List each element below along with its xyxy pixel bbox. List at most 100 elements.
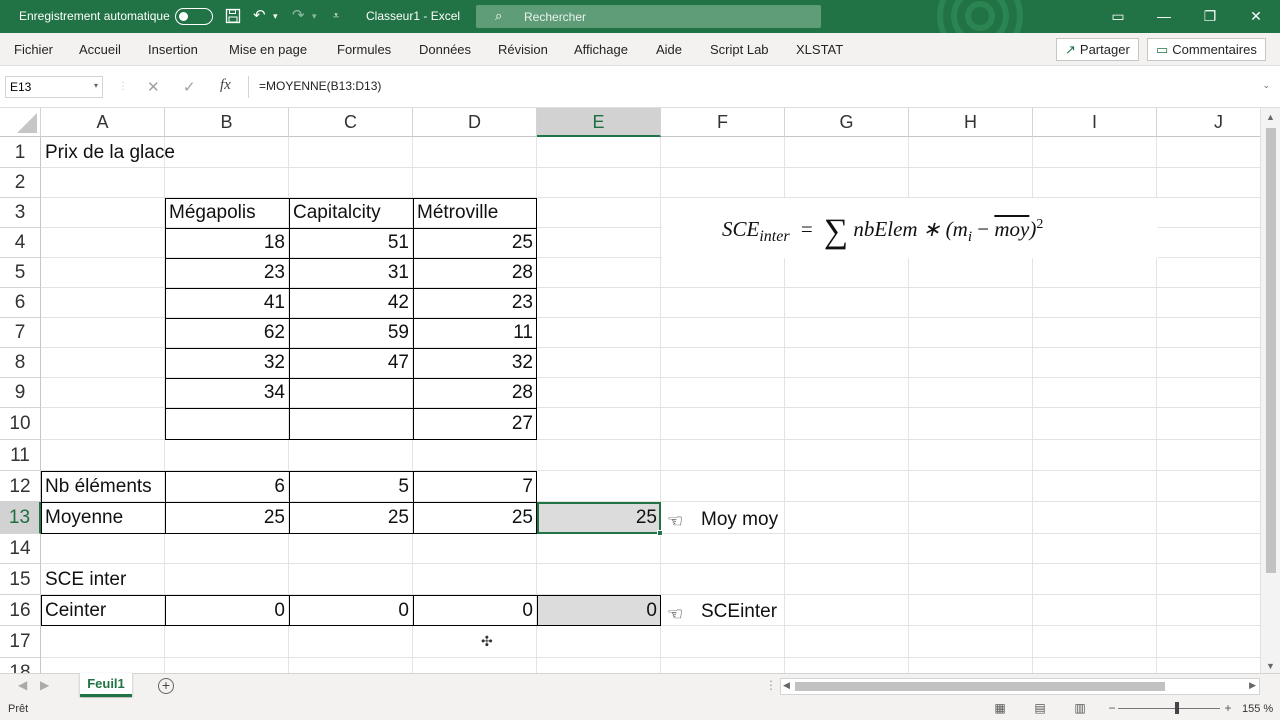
cell-c4[interactable]: 51 [289,228,413,258]
tab-xlstat[interactable]: XLSTAT [796,42,843,57]
prev-sheet-icon[interactable]: ◀ [18,678,27,692]
expand-formula-icon[interactable]: ⌄ [1262,80,1270,91]
zoom-in-icon[interactable]: + [1219,701,1237,717]
tab-donnees[interactable]: Données [419,42,471,57]
search-box[interactable]: ⌕ Rechercher [476,5,821,28]
column-header-i[interactable]: I [1033,108,1157,137]
cell-b6[interactable]: 41 [165,288,289,318]
cell-c13[interactable]: 25 [289,502,413,534]
tab-insertion[interactable]: Insertion [148,42,198,57]
cell-d10[interactable]: 27 [413,408,537,440]
cell-d6[interactable]: 23 [413,288,537,318]
tab-formules[interactable]: Formules [337,42,391,57]
restore-icon[interactable]: ❐ [1195,4,1225,28]
row-header-14[interactable]: 14 [0,534,41,564]
scroll-down-icon[interactable]: ▼ [1266,661,1275,671]
column-header-d[interactable]: D [413,108,537,137]
save-icon[interactable] [225,6,241,26]
tab-fichier[interactable]: Fichier [14,42,53,57]
cell-c16[interactable]: 0 [289,595,413,626]
worksheet-grid[interactable]: ABCDEFGHIJ 1 2 3 4 5 6 7 8 9 10 11 12 13 14 15 16 17 18 P… [0,108,1260,673]
row-header-13[interactable]: 13 [0,502,41,534]
cell-d4[interactable]: 25 [413,228,537,258]
cell-e16[interactable]: 0 [537,595,661,626]
row-header-8[interactable]: 8 [0,348,41,378]
page-layout-icon[interactable]: ▤ [1031,701,1049,717]
scroll-left-icon[interactable]: ◀ [783,680,790,691]
tab-accueil[interactable]: Accueil [79,42,121,57]
ribbon-display-icon[interactable]: ▭ [1103,4,1133,28]
row-header-15[interactable]: 15 [0,564,41,595]
tab-revision[interactable]: Révision [498,42,548,57]
column-header-b[interactable]: B [165,108,289,137]
row-header-6[interactable]: 6 [0,288,41,318]
row-header-18[interactable]: 18 [0,658,41,673]
cell-c12[interactable]: 5 [289,471,413,502]
add-sheet-icon[interactable]: + [158,678,174,694]
row-header-11[interactable]: 11 [0,440,41,471]
row-header-3[interactable]: 3 [0,198,41,228]
cell-b7[interactable]: 62 [165,318,289,348]
zoom-slider[interactable] [1118,708,1220,709]
cell-b13[interactable]: 25 [165,502,289,534]
formula-input[interactable]: =MOYENNE(B13:D13) ⌄ [248,76,1274,98]
horizontal-scrollbar[interactable]: ◀ ▶ [780,678,1260,695]
cell-a15[interactable]: SCE inter [41,564,289,595]
row-header-16[interactable]: 16 [0,595,41,626]
column-header-g[interactable]: G [785,108,909,137]
scroll-right-icon[interactable]: ▶ [1249,680,1256,691]
cell-d8[interactable]: 32 [413,348,537,378]
share-button[interactable]: ↗ Partager [1056,38,1139,61]
equation-image[interactable]: SCEinter = ∑ nbElem ∗ (mi − moy)2 [662,198,1158,258]
cell-d16[interactable]: 0 [413,595,537,626]
row-header-12[interactable]: 12 [0,471,41,502]
normal-view-icon[interactable]: ▦ [991,701,1009,717]
autosave-toggle[interactable] [175,8,213,25]
cell-b9[interactable]: 34 [165,378,289,408]
cell-e13[interactable]: 25 [537,502,661,534]
undo-icon[interactable]: ↶ [253,6,266,26]
select-all-corner[interactable] [0,108,41,137]
cell-a1[interactable]: Prix de la glace [41,137,289,168]
column-header-f[interactable]: F [661,108,785,137]
sheet-tab-feuil1[interactable]: Feuil1 [80,673,132,697]
cell-c5[interactable]: 31 [289,258,413,288]
cell-d12[interactable]: 7 [413,471,537,502]
cell-c6[interactable]: 42 [289,288,413,318]
column-header-c[interactable]: C [289,108,413,137]
cell-b16[interactable]: 0 [165,595,289,626]
row-header-7[interactable]: 7 [0,318,41,348]
cell-b12[interactable]: 6 [165,471,289,502]
minimize-icon[interactable]: — [1149,4,1179,28]
close-icon[interactable]: ✕ [1241,4,1271,28]
tab-affichage[interactable]: Affichage [574,42,628,57]
zoom-level[interactable]: 155 % [1242,703,1273,715]
cell-b5[interactable]: 23 [165,258,289,288]
name-box[interactable]: E13 ▾ [5,76,103,98]
row-header-2[interactable]: 2 [0,168,41,198]
tab-splitter-icon[interactable]: ⋮ [765,678,777,692]
cell-d3[interactable]: Métroville [413,198,537,228]
undo-dropdown-icon[interactable]: ▾ [273,6,278,26]
cell-d13[interactable]: 25 [413,502,537,534]
column-header-j[interactable]: J [1157,108,1260,137]
insert-function-icon[interactable]: fx [220,77,231,94]
row-header-5[interactable]: 5 [0,258,41,288]
comments-button[interactable]: ▭ Commentaires [1147,38,1266,61]
enter-icon[interactable]: ✓ [183,78,196,96]
cell-b3[interactable]: Mégapolis [165,198,289,228]
page-break-icon[interactable]: ▥ [1071,701,1089,717]
cell-b4[interactable]: 18 [165,228,289,258]
cell-b8[interactable]: 32 [165,348,289,378]
tab-script-lab[interactable]: Script Lab [710,42,769,57]
vertical-scroll-thumb[interactable] [1266,128,1276,573]
column-header-e[interactable]: E [537,108,661,137]
scroll-up-icon[interactable]: ▲ [1266,112,1275,122]
customize-qat-icon[interactable]: ⩡ [333,6,339,26]
column-header-h[interactable]: H [909,108,1033,137]
row-header-1[interactable]: 1 [0,137,41,168]
cell-c7[interactable]: 59 [289,318,413,348]
horizontal-scroll-thumb[interactable] [795,682,1165,691]
cell-d7[interactable]: 11 [413,318,537,348]
row-header-4[interactable]: 4 [0,228,41,258]
